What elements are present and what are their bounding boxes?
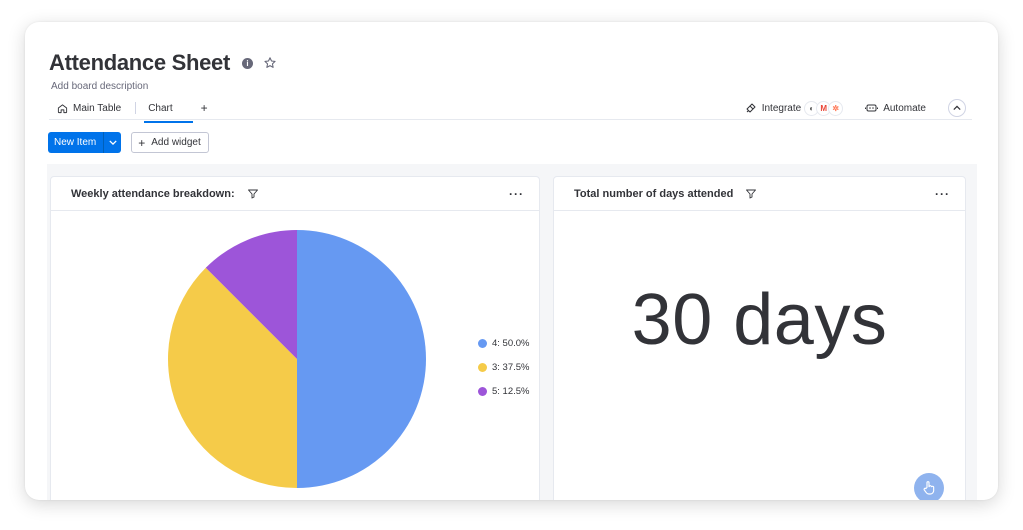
more-options-icon[interactable]: ···	[509, 187, 524, 201]
title-row: Attendance Sheet i	[49, 50, 277, 76]
legend-swatch	[478, 362, 487, 372]
pie-slice[interactable]	[297, 230, 426, 488]
number-widget: Total number of days attended ··· 30 day…	[553, 176, 966, 500]
pie-chart-widget: Weekly attendance breakdown: ··· 4: 50.0…	[50, 176, 540, 500]
chevron-down-icon	[109, 140, 117, 145]
board-title[interactable]: Attendance Sheet	[49, 50, 230, 76]
add-widget-button[interactable]: + Add widget	[131, 132, 209, 153]
legend-label: 3: 37.5%	[492, 361, 530, 373]
automate-label: Automate	[883, 102, 926, 114]
integrate-button[interactable]: Integrate ◐ M ✲	[745, 100, 844, 116]
filter-icon[interactable]	[745, 188, 757, 200]
add-widget-label: Add widget	[151, 137, 201, 148]
robot-icon	[865, 104, 879, 112]
legend-label: 5: 12.5%	[492, 385, 530, 397]
widget-title: Weekly attendance breakdown:	[71, 187, 235, 200]
hubspot-icon: ✲	[828, 100, 844, 116]
info-icon[interactable]: i	[242, 57, 254, 69]
pie-chart-svg	[167, 230, 426, 488]
chart-legend: 4: 50.0% 3: 37.5% 5: 12.5%	[478, 331, 530, 403]
new-item-dropdown[interactable]	[103, 132, 121, 153]
home-icon	[57, 103, 68, 113]
board-toolbar: New Item + Add widget	[48, 132, 209, 153]
legend-item[interactable]: 3: 37.5%	[478, 355, 530, 379]
legend-swatch	[478, 338, 487, 348]
board-window: Attendance Sheet i Add board description…	[25, 22, 998, 500]
integration-apps: ◐ M ✲	[804, 100, 844, 116]
more-options-icon[interactable]: ···	[935, 187, 950, 201]
total-days-value: 30 days	[631, 280, 888, 360]
board-description[interactable]: Add board description	[51, 81, 148, 92]
legend-label: 4: 50.0%	[492, 337, 530, 349]
plus-icon: +	[138, 135, 146, 150]
help-button[interactable]	[914, 473, 944, 500]
tab-main-table[interactable]: Main Table	[49, 96, 129, 120]
add-view-button[interactable]: +	[201, 101, 208, 115]
automate-button[interactable]: Automate	[865, 102, 926, 114]
widget-header: Total number of days attended ···	[554, 177, 965, 211]
tab-label: Chart	[148, 102, 173, 114]
legend-item[interactable]: 5: 12.5%	[478, 379, 530, 403]
collapse-header-button[interactable]	[948, 99, 966, 117]
new-item-label: New Item	[54, 137, 97, 148]
legend-swatch	[478, 386, 487, 396]
integrate-icon	[746, 103, 756, 113]
header-actions: Integrate ◐ M ✲ Automate	[745, 96, 966, 120]
star-icon[interactable]	[263, 56, 277, 70]
integrate-label: Integrate	[761, 102, 802, 114]
widget-title: Total number of days attended	[574, 187, 734, 200]
widget-header: Weekly attendance breakdown: ···	[51, 177, 539, 211]
filter-icon[interactable]	[247, 188, 259, 200]
view-tabs: Main Table Chart +	[49, 96, 208, 123]
tab-divider	[135, 102, 137, 114]
dashboard-canvas: Weekly attendance breakdown: ··· 4: 50.0…	[47, 164, 977, 500]
tab-label: Main Table	[73, 102, 122, 114]
pie-chart	[167, 229, 427, 494]
chevron-up-icon	[953, 105, 961, 111]
new-item-button[interactable]: New Item	[48, 132, 122, 153]
hand-pointer-icon	[923, 481, 935, 495]
tab-chart[interactable]: Chart	[142, 96, 194, 123]
legend-item[interactable]: 4: 50.0%	[478, 331, 530, 355]
